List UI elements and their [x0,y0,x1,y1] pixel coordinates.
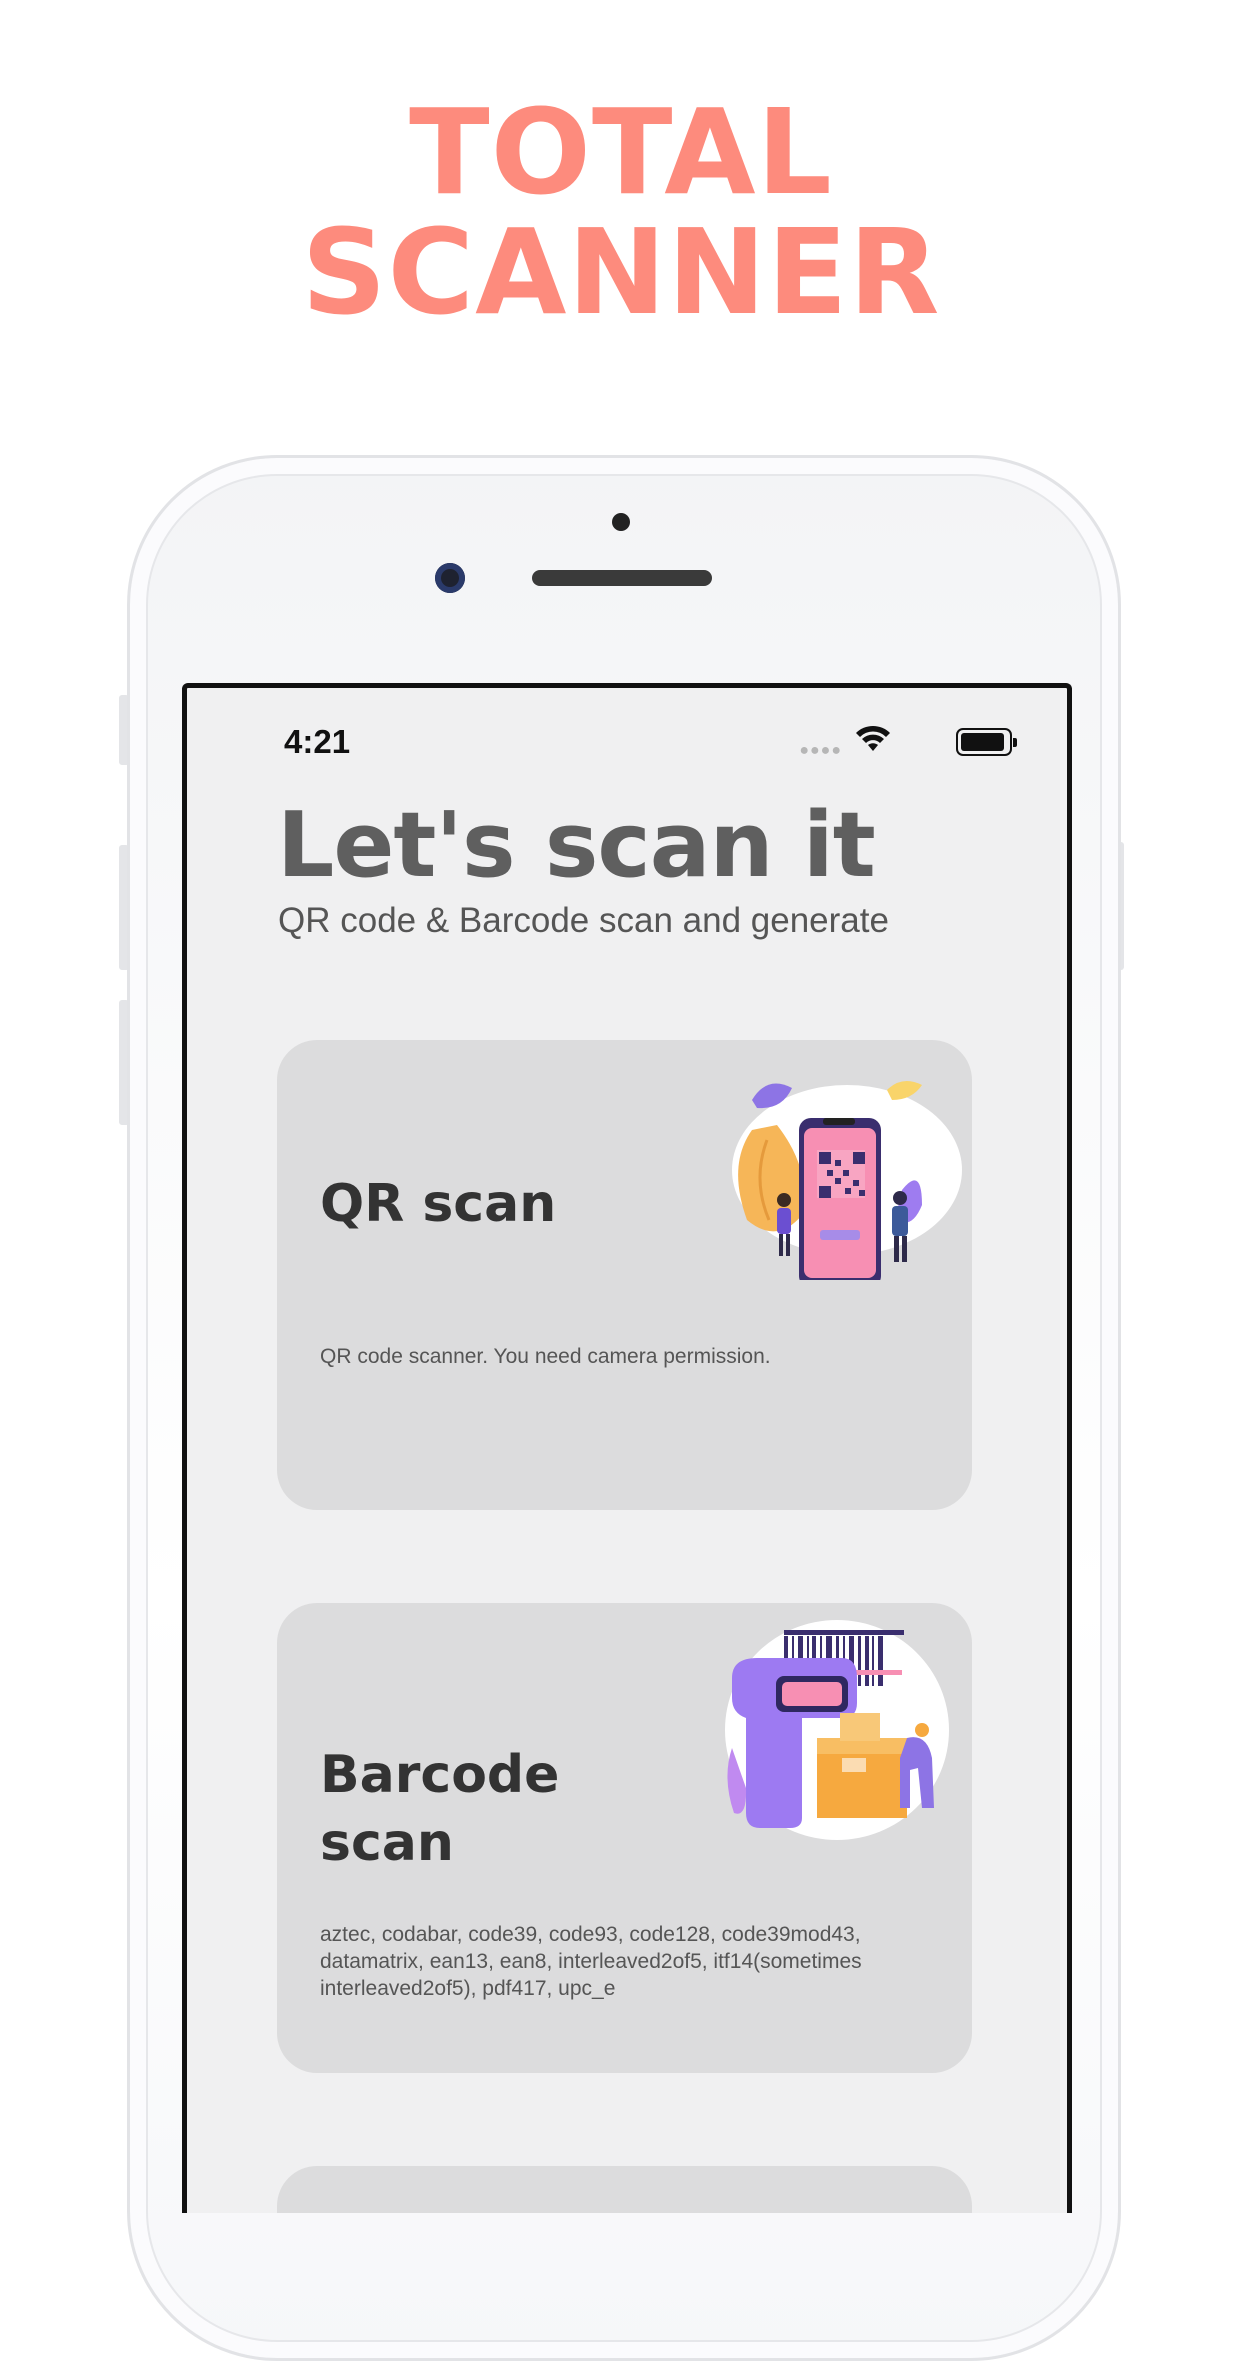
signal-dots-icon: ●●●● [799,742,842,759]
third-card[interactable] [277,2166,972,2213]
promo-title: TOTAL SCANNER [0,92,1242,332]
earpiece-speaker [532,570,712,586]
barcode-scan-card[interactable]: Barcode scan aztec, codabar, code39, cod… [277,1603,972,2073]
front-camera-icon [435,563,465,593]
qr-scan-description: QR code scanner. You need camera permiss… [320,1345,771,1368]
promo-title-line1: TOTAL [409,83,833,221]
app-screen: 4:21 ●●●● Let's scan it QR code & Barcod… [182,683,1072,2213]
status-icons: ●●●● [799,725,1017,759]
qr-scan-card[interactable]: QR scan QR code scanner. You need camera… [277,1040,972,1510]
status-time: 4:21 [284,723,351,760]
qr-scan-title: QR scan [320,1174,557,1234]
barcode-scan-title-line2: scan [320,1813,454,1873]
proximity-sensor [612,513,630,531]
barcode-scan-illustration [725,1620,949,1840]
page-title: Let's scan it [277,793,876,898]
promo-title-line2: SCANNER [301,203,941,341]
barcode-scan-description: aztec, codabar, code39, code93, code128,… [320,1923,862,2000]
qr-scan-illustration [732,1081,962,1280]
barcode-scan-title-line1: Barcode [320,1745,560,1805]
wifi-icon [856,725,890,751]
battery-icon [956,728,1017,756]
page-subtitle: QR code & Barcode scan and generate [278,901,889,940]
barcode-scan-title: Barcode scan [320,1741,559,1877]
